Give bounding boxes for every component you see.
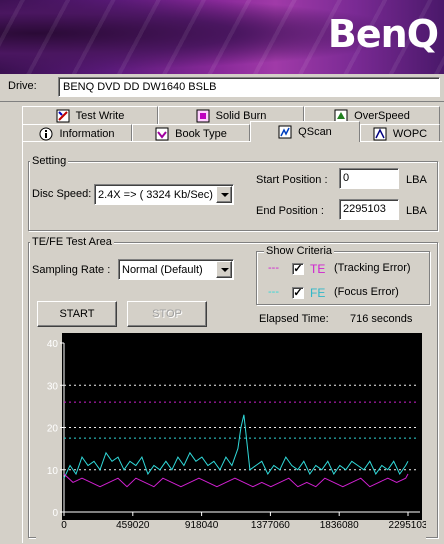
sampling-rate-label: Sampling Rate : — [32, 264, 111, 276]
sampling-rate-select[interactable]: Normal (Default) — [118, 259, 234, 280]
start-position-input[interactable]: 0 — [339, 168, 399, 189]
show-criteria-title: Show Criteria — [264, 245, 335, 257]
te-checkbox[interactable]: ✓ — [292, 263, 304, 275]
x-tick-label: 918040 — [185, 520, 219, 531]
x-tick-label: 459020 — [116, 520, 150, 531]
chevron-down-icon[interactable] — [216, 261, 232, 278]
tab-book-type[interactable]: Book Type — [132, 124, 250, 142]
tab-qscan[interactable]: QScan — [250, 121, 360, 142]
x-tick-label: 0 — [61, 520, 67, 531]
tab-label: Test Write — [75, 109, 125, 122]
tab-label: QScan — [298, 126, 332, 138]
tab-information[interactable]: Information — [22, 124, 132, 142]
brand-logo: BenQ — [327, 12, 439, 56]
tab-label: OverSpeed — [354, 109, 410, 122]
disc-speed-select[interactable]: 2.4X => ( 3324 Kb/Sec) — [94, 184, 234, 205]
elapsed-time-value: 716 seconds — [350, 313, 413, 325]
setting-title: Setting — [30, 155, 69, 167]
info-icon — [39, 127, 53, 141]
x-tick-label: 2295103 — [389, 520, 426, 531]
fe-legend-dash: --- — [268, 286, 279, 298]
end-position-label: End Position : — [256, 205, 324, 217]
y-tick-label: 0 — [52, 508, 58, 519]
start-position-label: Start Position : — [256, 174, 328, 186]
test-write-icon — [56, 109, 70, 123]
x-tick-label: 1836080 — [320, 520, 359, 531]
wopc-icon — [373, 127, 387, 141]
y-tick-label: 10 — [47, 466, 59, 477]
fe-checkbox[interactable]: ✓ — [292, 287, 304, 299]
x-tick-label: 1377060 — [251, 520, 290, 531]
start-button[interactable]: START — [37, 301, 117, 327]
chart-canvas: 0 10 20 30 40 0 459020 918040 1377060 1836080 2295… — [36, 331, 428, 541]
y-tick-label: 40 — [47, 339, 59, 350]
tab-wopc[interactable]: WOPC — [360, 124, 440, 142]
sampling-rate-value: Normal (Default) — [122, 264, 203, 276]
plot-background — [62, 333, 422, 520]
fe-code: FE — [310, 286, 326, 300]
te-legend-dash: --- — [268, 262, 279, 274]
tab-label: Book Type — [175, 127, 227, 140]
tab-test-write[interactable]: Test Write — [22, 106, 158, 124]
y-tick-label: 20 — [47, 424, 59, 435]
te-code: TE — [310, 262, 326, 276]
tab-label: WOPC — [392, 127, 428, 140]
te-description: (Tracking Error) — [334, 262, 411, 274]
y-tick-label: 30 — [47, 381, 59, 392]
disc-speed-label: Disc Speed: — [32, 188, 92, 200]
stop-button[interactable]: STOP — [127, 301, 207, 327]
brand-banner: BenQ — [0, 0, 444, 74]
end-position-unit: LBA — [406, 205, 427, 217]
test-area-title: TE/FE Test Area — [30, 236, 114, 248]
elapsed-time-label: Elapsed Time: — [259, 313, 329, 325]
start-position-unit: LBA — [406, 174, 427, 186]
chevron-down-icon[interactable] — [216, 186, 232, 203]
solid-burn-icon — [196, 109, 210, 123]
qscan-icon — [278, 125, 292, 139]
drive-field[interactable]: BENQ DVD DD DW1640 BSLB — [58, 77, 440, 97]
tab-label: Information — [59, 127, 115, 140]
fe-description: (Focus Error) — [334, 286, 399, 298]
disc-speed-value: 2.4X => ( 3324 Kb/Sec) — [98, 189, 213, 201]
book-type-icon — [155, 127, 169, 141]
end-position-input[interactable]: 2295103 — [339, 199, 399, 220]
drive-label: Drive: — [8, 80, 37, 92]
te-fe-chart: 0 10 20 30 40 0 459020 918040 1377060 1836080 2295… — [36, 331, 428, 541]
